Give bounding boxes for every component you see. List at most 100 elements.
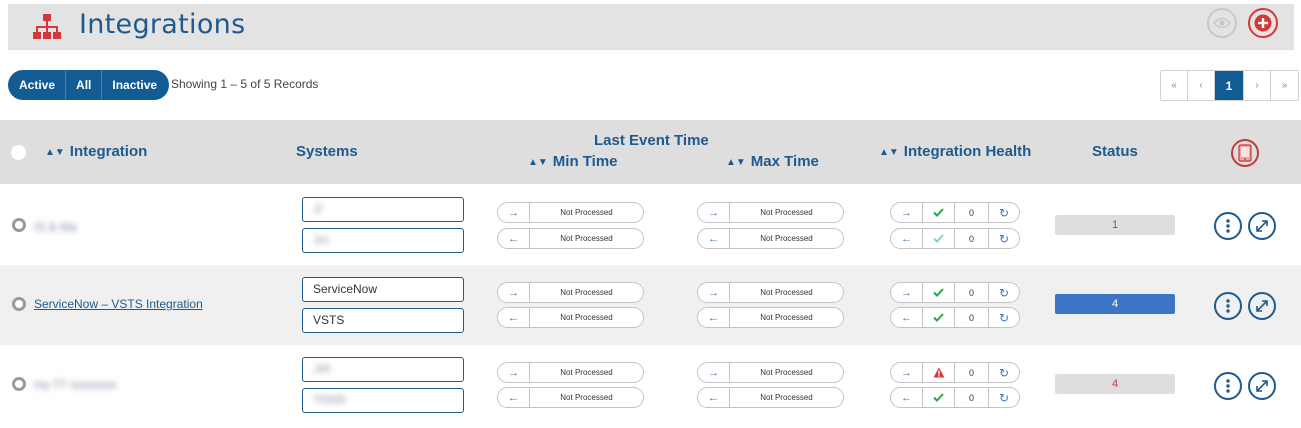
expand-button[interactable] (1248, 212, 1276, 240)
check-icon (923, 388, 955, 407)
next-page-button[interactable]: › (1244, 71, 1271, 100)
sort-icon: ▲▼ (528, 157, 548, 168)
col-min-time-header[interactable]: ▲▼ Min Time (528, 153, 618, 170)
expand-button[interactable] (1248, 372, 1276, 400)
first-page-button[interactable]: « (1161, 71, 1188, 100)
arrow-right-icon: → (498, 203, 530, 222)
arrow-left-icon: ← (698, 229, 730, 248)
system-box: JIR (302, 357, 464, 382)
refresh-icon[interactable]: ↻ (989, 203, 1019, 222)
health-count: 0 (955, 308, 989, 327)
health-outbound: → 0 ↻ (890, 282, 1020, 303)
arrow-left-icon: ← (891, 308, 923, 327)
tablet-icon (1238, 144, 1252, 162)
arrow-left-icon: ← (891, 229, 923, 248)
min-time-outbound: → Not Processed (497, 282, 644, 303)
filter-all-button[interactable]: All (66, 70, 103, 100)
pagination: « ‹ 1 › » (1160, 70, 1299, 101)
arrow-right-icon: → (891, 283, 923, 302)
arrow-left-icon: ← (498, 308, 530, 327)
max-time-inbound: ← Not Processed (697, 228, 844, 249)
min-time-inbound: ← Not Processed (497, 387, 644, 408)
eye-icon (1213, 17, 1231, 29)
health-count: 0 (955, 229, 989, 248)
min-time-outbound: → Not Processed (497, 362, 644, 383)
record-count: Showing 1 – 5 of 5 Records (171, 77, 319, 91)
health-inbound: ← 0 ↻ (890, 228, 1020, 249)
max-time-outbound: → Not Processed (697, 202, 844, 223)
arrow-left-icon: ← (498, 388, 530, 407)
status-badge: 4 (1055, 374, 1175, 394)
sort-icon: ▲▼ (726, 157, 746, 168)
col-systems-header: Systems (296, 143, 358, 160)
arrow-left-icon: ← (698, 388, 730, 407)
page-title: Integrations (79, 9, 246, 40)
check-icon (923, 203, 955, 222)
col-last-event-time-header: Last Event Time (594, 132, 709, 149)
sort-icon: ▲▼ (879, 147, 899, 158)
more-options-button[interactable] (1214, 212, 1242, 240)
prev-page-button[interactable]: ‹ (1188, 71, 1215, 100)
expand-icon (1256, 300, 1268, 312)
expand-icon (1256, 380, 1268, 392)
integration-name-link[interactable]: ServiceNow – VSTS Integration (34, 297, 203, 311)
more-vertical-icon (1226, 379, 1230, 393)
min-time-outbound: → Not Processed (497, 202, 644, 223)
export-button[interactable] (1231, 139, 1259, 167)
expand-button[interactable] (1248, 292, 1276, 320)
check-icon (923, 308, 955, 327)
filter-inactive-button[interactable]: Inactive (102, 70, 169, 100)
table-row: IS & Ma JI Jm → Not Processed ← Not Proces… (0, 186, 1301, 266)
more-options-button[interactable] (1214, 292, 1242, 320)
system-box: TRRR (302, 388, 464, 413)
system-box: JI (302, 197, 464, 222)
row-select-radio[interactable] (12, 297, 26, 311)
health-count: 0 (955, 203, 989, 222)
refresh-icon[interactable]: ↻ (989, 363, 1019, 382)
arrow-left-icon: ← (698, 308, 730, 327)
system-box: ServiceNow (302, 277, 464, 302)
health-count: 0 (955, 283, 989, 302)
more-vertical-icon (1226, 299, 1230, 313)
refresh-icon[interactable]: ↻ (989, 229, 1019, 248)
more-options-button[interactable] (1214, 372, 1242, 400)
col-integration-health-header[interactable]: ▲▼ Integration Health (879, 143, 1031, 160)
arrow-left-icon: ← (498, 229, 530, 248)
col-integration-header[interactable]: ▲▼ Integration (45, 143, 147, 160)
toggle-visibility-button[interactable] (1207, 8, 1237, 38)
check-icon (923, 283, 955, 302)
health-outbound: → 0 ↻ (890, 202, 1020, 223)
plus-icon (1254, 14, 1272, 32)
warning-icon (923, 363, 955, 382)
refresh-icon[interactable]: ↻ (989, 388, 1019, 407)
health-outbound: → 0 ↻ (890, 362, 1020, 383)
row-select-radio[interactable] (12, 377, 26, 391)
max-time-inbound: ← Not Processed (697, 307, 844, 328)
col-status-header: Status (1092, 143, 1138, 160)
expand-icon (1256, 220, 1268, 232)
page-header: Integrations (8, 4, 1294, 50)
refresh-icon[interactable]: ↻ (989, 283, 1019, 302)
refresh-icon[interactable]: ↻ (989, 308, 1019, 327)
arrow-right-icon: → (891, 363, 923, 382)
row-select-radio[interactable] (12, 218, 26, 232)
last-page-button[interactable]: » (1271, 71, 1298, 100)
integration-name[interactable]: Ha TT nnnnnnn (34, 378, 117, 392)
integration-name[interactable]: IS & Ma (34, 220, 77, 234)
add-integration-button[interactable] (1248, 8, 1278, 38)
arrow-right-icon: → (891, 203, 923, 222)
arrow-right-icon: → (698, 283, 730, 302)
filter-active-button[interactable]: Active (8, 70, 67, 100)
system-box: VSTS (302, 308, 464, 333)
health-inbound: ← 0 ↻ (890, 307, 1020, 328)
max-time-outbound: → Not Processed (697, 362, 844, 383)
max-time-inbound: ← Not Processed (697, 387, 844, 408)
select-all-radio[interactable] (11, 145, 26, 160)
page-1-button[interactable]: 1 (1215, 71, 1244, 100)
min-time-inbound: ← Not Processed (497, 307, 644, 328)
more-vertical-icon (1226, 219, 1230, 233)
arrow-left-icon: ← (891, 388, 923, 407)
arrow-right-icon: → (498, 283, 530, 302)
max-time-outbound: → Not Processed (697, 282, 844, 303)
col-max-time-header[interactable]: ▲▼ Max Time (726, 153, 819, 170)
